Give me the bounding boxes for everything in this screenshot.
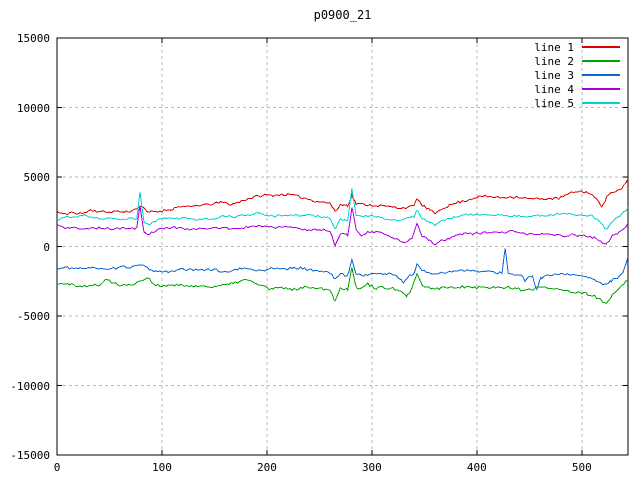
y-tick-label: -10000	[10, 379, 50, 393]
legend-line-sample	[582, 102, 620, 104]
legend: line 1 line 2 line 3 line 4 line 5	[534, 40, 620, 110]
x-tick-label: 200	[256, 461, 277, 474]
legend-label: line 3	[534, 68, 574, 82]
legend-line-sample	[582, 88, 620, 90]
legend-label: line 4	[534, 82, 574, 96]
y-tick-label: 15000	[16, 32, 50, 45]
legend-label: line 1	[534, 40, 574, 54]
x-tick-label: 0	[53, 461, 61, 474]
y-tick-label: 10000	[16, 101, 50, 115]
legend-item: line 3	[534, 68, 620, 82]
x-tick-label: 400	[466, 461, 487, 474]
legend-label: line 5	[534, 96, 574, 110]
legend-item: line 5	[534, 96, 620, 110]
legend-line-sample	[582, 46, 620, 48]
x-tick-label: 300	[361, 461, 382, 474]
x-tick-label: 100	[152, 461, 172, 474]
legend-item: line 2	[534, 54, 620, 68]
chart: p0900_21 -15000 -10000 -5000 0 5000 10000 1500…	[0, 0, 640, 480]
legend-label: line 2	[534, 54, 574, 68]
y-tick-label: 5000	[23, 171, 51, 184]
y-tick-label: 0	[43, 240, 50, 254]
legend-line-sample	[582, 60, 620, 62]
legend-item: line 1	[534, 40, 620, 54]
legend-line-sample	[582, 74, 620, 76]
x-tick-label: 500	[571, 461, 592, 474]
y-tick-label: -5000	[16, 310, 50, 323]
legend-item: line 4	[534, 82, 620, 96]
series-line-3	[56, 248, 629, 291]
